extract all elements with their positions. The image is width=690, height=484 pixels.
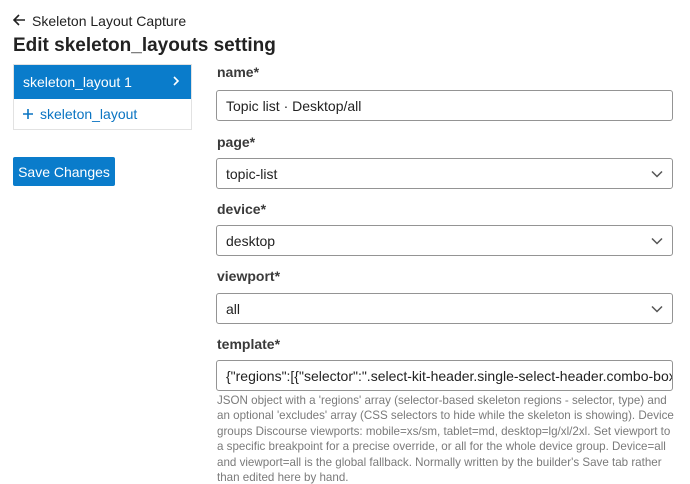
template-label: template* — [217, 336, 281, 352]
viewport-value: all — [226, 300, 241, 317]
settings-item-list: skeleton_layout 1 skeleton_layout — [13, 64, 192, 130]
back-link-label: Skeleton Layout Capture — [32, 13, 187, 29]
device-label: device* — [217, 201, 267, 217]
page-value: topic-list — [226, 165, 278, 182]
back-link[interactable]: Skeleton Layout Capture — [12, 13, 187, 29]
name-input[interactable]: Topic list · Desktop/all — [216, 90, 673, 121]
page-select[interactable]: topic-list — [216, 158, 673, 189]
arrow-left-icon — [12, 13, 26, 29]
device-select[interactable]: desktop — [216, 225, 673, 256]
name-label: name* — [217, 64, 260, 80]
plus-icon — [23, 106, 33, 123]
viewport-label: viewport* — [217, 268, 281, 284]
chevron-down-icon — [642, 170, 672, 178]
chevron-down-icon — [642, 305, 672, 313]
page-title: Edit skeleton_layouts setting — [13, 35, 276, 56]
device-value: desktop — [226, 232, 276, 249]
sidebar-item-label: skeleton_layout 1 — [23, 74, 132, 90]
template-value: {"regions":[{"selector":".select-kit-hea… — [226, 367, 672, 384]
template-input[interactable]: {"regions":[{"selector":".select-kit-hea… — [216, 360, 673, 391]
sidebar-item-skeleton-layout-1[interactable]: skeleton_layout 1 — [14, 65, 191, 99]
chevron-right-icon — [172, 74, 180, 91]
chevron-down-icon — [642, 237, 672, 245]
name-value: Topic list · Desktop/all — [226, 97, 362, 114]
add-item-button[interactable]: skeleton_layout — [14, 99, 191, 129]
viewport-select[interactable]: all — [216, 293, 673, 324]
template-help-text: JSON object with a 'regions' array (sele… — [217, 394, 674, 484]
save-changes-button[interactable]: Save Changes — [13, 157, 115, 186]
add-item-label: skeleton_layout — [40, 106, 138, 122]
page-label: page* — [217, 134, 256, 150]
